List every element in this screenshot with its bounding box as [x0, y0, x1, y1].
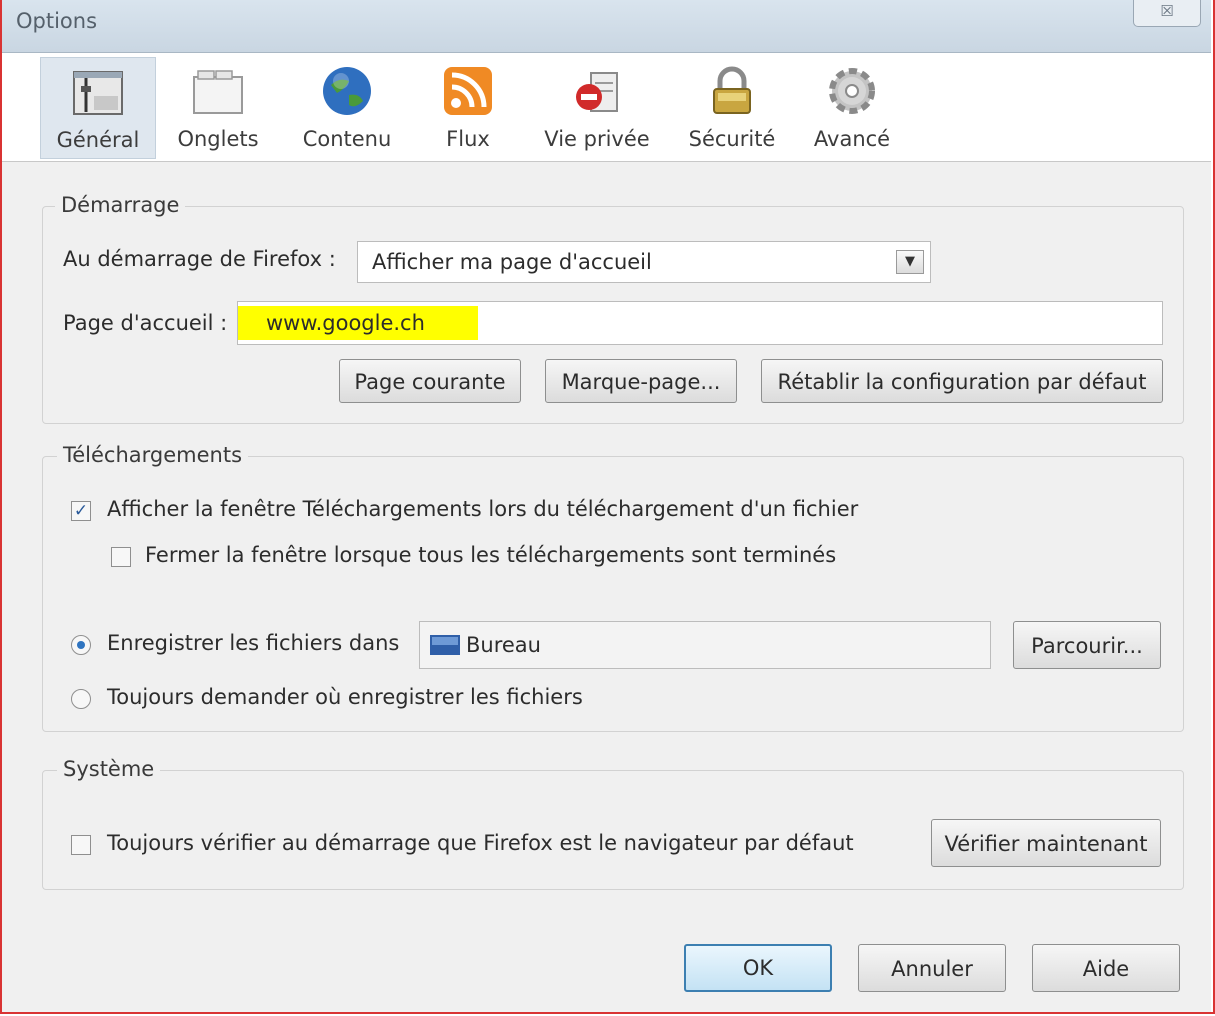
- general-icon: [73, 71, 123, 115]
- tab-general[interactable]: Général: [40, 57, 156, 159]
- tab-tabs[interactable]: Onglets: [160, 57, 276, 157]
- check-default-label: Toujours vérifier au démarrage que Firef…: [107, 831, 854, 855]
- content-globe-icon: [323, 67, 371, 115]
- always-ask-label: Toujours demander où enregistrer les fic…: [107, 685, 583, 709]
- advanced-gear-icon: [829, 68, 875, 114]
- always-ask-radio[interactable]: [71, 689, 91, 709]
- close-downloads-checkbox[interactable]: [111, 547, 131, 567]
- tab-feeds-label: Flux: [446, 127, 490, 151]
- homepage-label: Page d'accueil :: [63, 311, 228, 335]
- cancel-button[interactable]: Annuler: [858, 944, 1006, 992]
- on-start-value: Afficher ma page d'accueil: [372, 250, 652, 274]
- on-start-select[interactable]: Afficher ma page d'accueil ▼: [357, 241, 931, 283]
- browse-button[interactable]: Parcourir...: [1013, 621, 1161, 669]
- download-folder-value: Bureau: [466, 633, 541, 657]
- check-default-checkbox[interactable]: [71, 835, 91, 855]
- tab-general-label: Général: [56, 128, 140, 152]
- tab-tabs-label: Onglets: [177, 127, 259, 151]
- radio-selected-dot: [77, 641, 85, 649]
- tab-privacy[interactable]: Vie privée: [532, 57, 662, 157]
- tab-privacy-label: Vie privée: [544, 127, 650, 151]
- restore-default-button[interactable]: Rétablir la configuration par défaut: [761, 359, 1163, 403]
- tabs-icon: [193, 70, 243, 114]
- check-now-button[interactable]: Vérifier maintenant: [931, 819, 1161, 867]
- desktop-folder-icon: [430, 635, 460, 655]
- rss-feed-icon: [444, 67, 492, 115]
- on-start-label: Au démarrage de Firefox :: [63, 247, 336, 271]
- use-bookmark-button[interactable]: Marque-page...: [545, 359, 737, 403]
- homepage-value: www.google.ch: [266, 311, 425, 335]
- window-title: Options: [16, 9, 98, 33]
- title-bar[interactable]: Options ☒: [2, 0, 1211, 53]
- close-downloads-label: Fermer la fenêtre lorsque tous les téléc…: [145, 543, 837, 567]
- startup-legend: Démarrage: [55, 193, 186, 217]
- tab-advanced-label: Avancé: [813, 127, 891, 151]
- use-current-page-button[interactable]: Page courante: [339, 359, 521, 403]
- tab-feeds[interactable]: Flux: [420, 57, 516, 157]
- system-legend: Système: [57, 757, 161, 781]
- chevron-down-icon[interactable]: ▼: [896, 250, 924, 274]
- show-downloads-checkbox[interactable]: ✓: [71, 501, 91, 521]
- startup-group: Démarrage Au démarrage de Firefox : Affi…: [42, 193, 1184, 424]
- downloads-group: Téléchargements ✓ Afficher la fenêtre Té…: [42, 443, 1184, 732]
- tab-advanced[interactable]: Avancé: [800, 57, 904, 157]
- tab-security[interactable]: Sécurité: [676, 57, 788, 157]
- tab-security-label: Sécurité: [688, 127, 776, 151]
- general-pane: Démarrage Au démarrage de Firefox : Affi…: [2, 162, 1211, 1012]
- tab-content-label: Contenu: [302, 127, 392, 151]
- system-group: Système Toujours vérifier au démarrage q…: [42, 757, 1184, 890]
- privacy-icon: [576, 72, 618, 112]
- tab-content[interactable]: Contenu: [288, 57, 406, 157]
- show-downloads-label: Afficher la fenêtre Téléchargements lors…: [107, 497, 859, 521]
- close-button[interactable]: ☒: [1133, 0, 1201, 27]
- help-button[interactable]: Aide: [1032, 944, 1180, 992]
- save-in-radio[interactable]: [71, 635, 91, 655]
- save-in-label: Enregistrer les fichiers dans: [107, 631, 400, 655]
- preferences-toolbar: Général Onglets Contenu Flux Vie privée …: [2, 53, 1211, 162]
- close-icon: ☒: [1160, 2, 1174, 20]
- security-lock-icon: [713, 66, 751, 114]
- ok-button[interactable]: OK: [684, 944, 832, 992]
- download-folder-field: Bureau: [419, 621, 991, 669]
- homepage-input[interactable]: www.google.ch: [237, 301, 1163, 345]
- downloads-legend: Téléchargements: [57, 443, 249, 467]
